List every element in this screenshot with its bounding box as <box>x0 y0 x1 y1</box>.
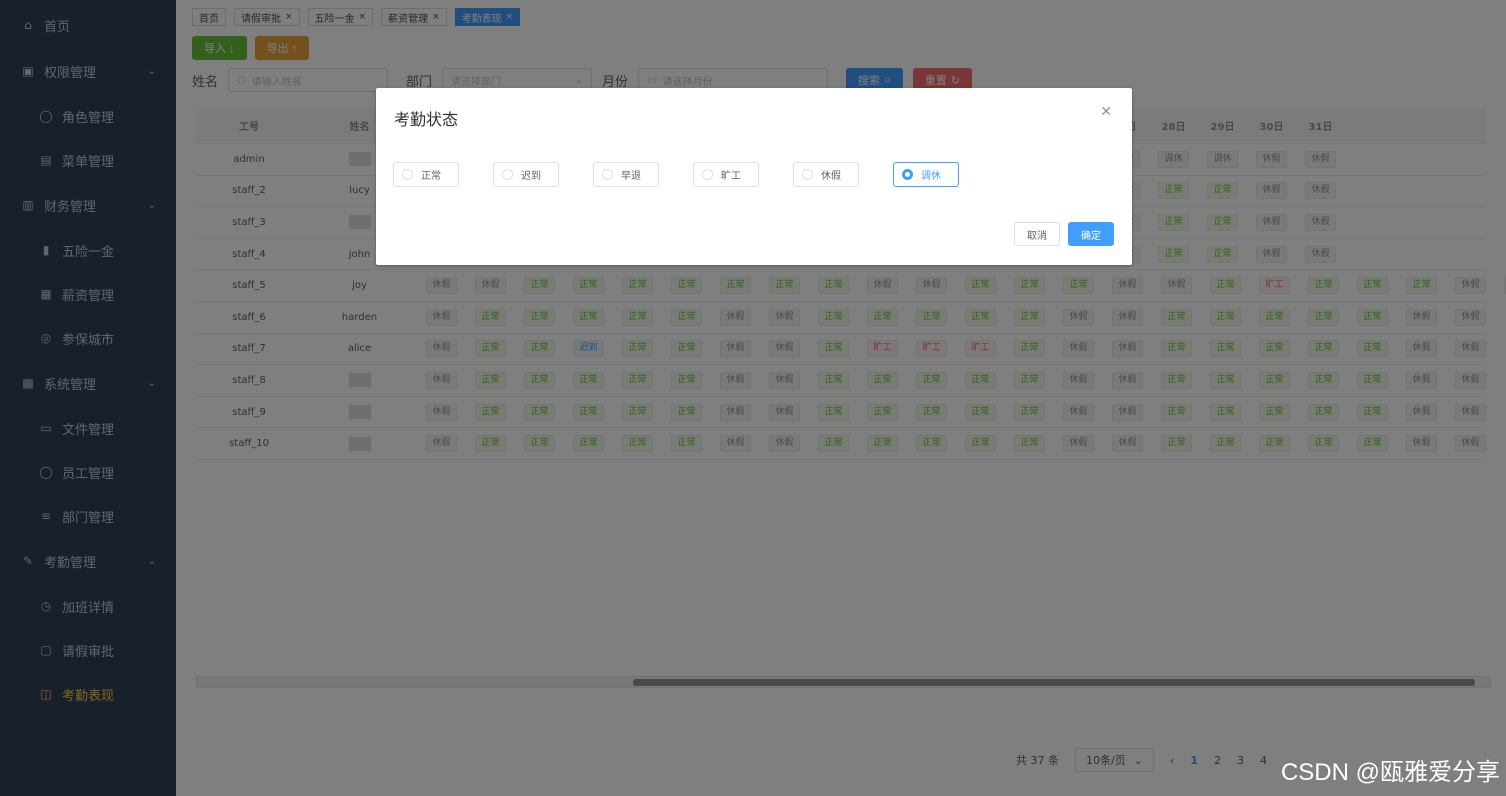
radio-label: 休假 <box>821 171 841 182</box>
close-icon[interactable]: ✕ <box>1100 104 1112 120</box>
radio-option-1[interactable]: 迟到 <box>493 162 559 187</box>
attendance-status-dialog: 考勤状态 ✕ 正常 迟到 早退 旷工 休假 调休 取消 确定 <box>376 88 1132 265</box>
radio-option-5[interactable]: 调休 <box>893 162 959 187</box>
radio-circle-icon <box>802 169 813 180</box>
status-radio-group: 正常 迟到 早退 旷工 休假 调休 <box>393 162 959 187</box>
dialog-title: 考勤状态 <box>394 110 459 129</box>
radio-label: 迟到 <box>521 171 541 182</box>
radio-option-4[interactable]: 休假 <box>793 162 859 187</box>
radio-circle-icon <box>902 169 913 180</box>
radio-option-2[interactable]: 早退 <box>593 162 659 187</box>
radio-option-3[interactable]: 旷工 <box>693 162 759 187</box>
watermark: CSDN @瓯雅爱分享 <box>1280 759 1500 786</box>
radio-circle-icon <box>402 169 413 180</box>
confirm-button[interactable]: 确定 <box>1068 222 1114 246</box>
radio-label: 旷工 <box>721 171 741 182</box>
radio-circle-icon <box>602 169 613 180</box>
radio-circle-icon <box>702 169 713 180</box>
dialog-footer: 取消 确定 <box>1014 222 1114 246</box>
radio-label: 早退 <box>621 171 641 182</box>
cancel-button[interactable]: 取消 <box>1014 222 1060 246</box>
radio-circle-icon <box>502 169 513 180</box>
radio-option-0[interactable]: 正常 <box>393 162 459 187</box>
radio-label: 正常 <box>421 171 441 182</box>
radio-label: 调休 <box>921 171 941 182</box>
